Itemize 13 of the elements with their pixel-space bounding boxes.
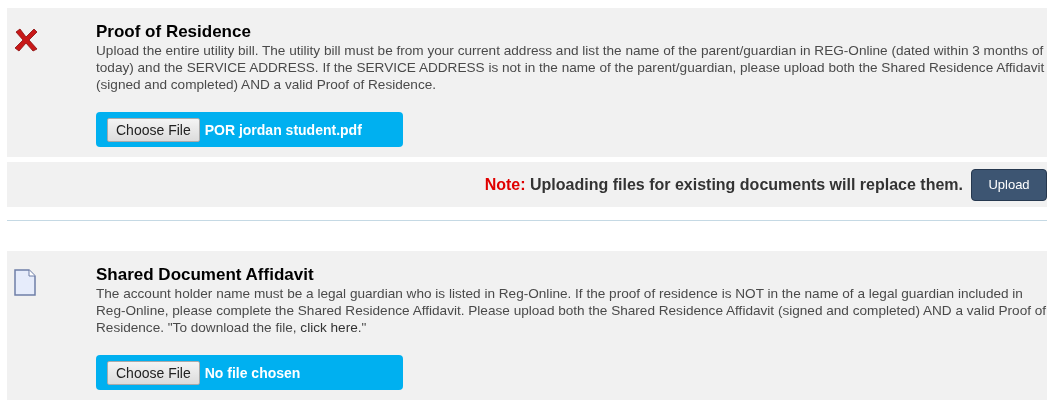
note-text: Note: Uploading files for existing documents will replace them. (484, 175, 963, 194)
document-description: The account holder name must be a legal guardian who is listed in Reg-Online. If the proof of residence is NOT in the name of a legal guardian included in Reg-Online, please complete the Shared Residence Affidavit. Please upload both the Shared Residence Affidavit (signed and completed) AND a valid Proof of Residence. "To download the file, click here." (96, 285, 1047, 336)
download-link[interactable]: click here (300, 320, 358, 335)
document-icon (13, 269, 37, 297)
cross-icon (13, 28, 39, 52)
choose-file-button[interactable]: Choose File (107, 117, 200, 142)
choose-file-button[interactable]: Choose File (107, 360, 200, 385)
document-description: Upload the entire utility bill. The utility bill must be from your current address and list the name of the parent/guardian in REG-Online (dated within 3 months of today) and the SERVICE ADDRESS. If the SERVICE ADDRESS is not in the name of the parent/guardian, please upload both the Shared Residence Affidavit (signed and completed) AND a valid Proof of Residence. (96, 42, 1046, 93)
upload-button[interactable]: Upload (971, 168, 1047, 201)
document-title: Shared Document Affidavit (96, 265, 315, 285)
document-title: Proof of Residence (96, 22, 252, 42)
file-name: POR jordan student.pdf (204, 121, 362, 138)
file-name: No file chosen (204, 364, 301, 381)
